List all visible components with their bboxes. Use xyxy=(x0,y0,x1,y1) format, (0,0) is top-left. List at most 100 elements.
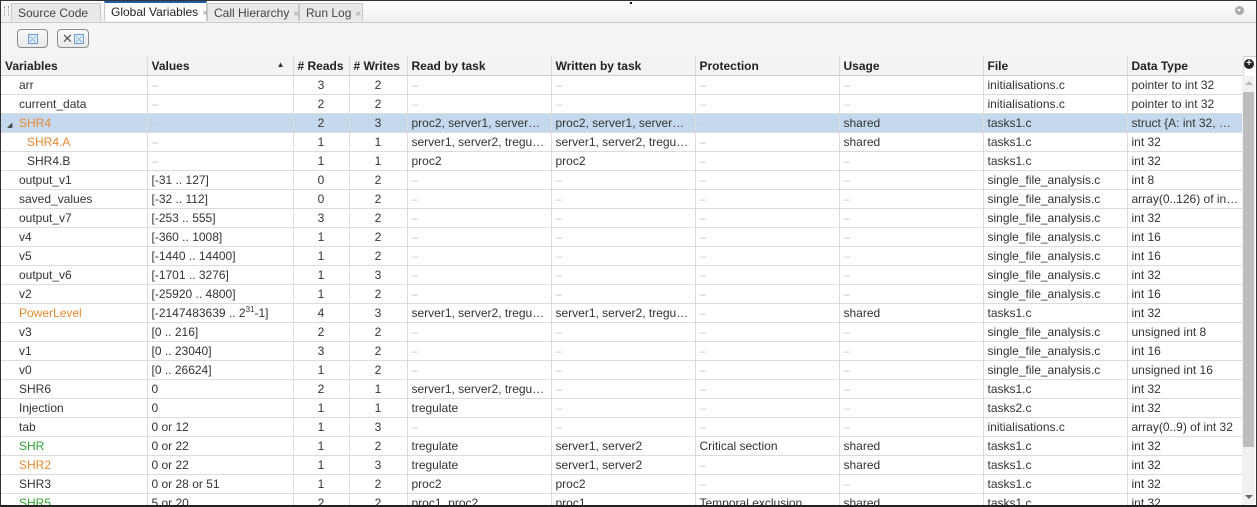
table-row[interactable]: Injection 0 1 1 tregulate – – – tasks2.c int 32 xyxy=(1,398,1244,418)
table-row[interactable]: SHR3 0 or 28 or 51 1 2 proc2 proc2– – tasks1.c i… xyxy=(1,474,1244,494)
reads-cell: 1 xyxy=(293,474,350,494)
variable-name-cell: output_v7 xyxy=(1,208,148,228)
table-row[interactable]: v3 [0 .. 216] 2 2– – – – single_file_analysis.c… xyxy=(1,322,1244,342)
file-cell: tasks1.c xyxy=(983,493,1128,505)
table-row[interactable]: SHR6 0 2 1 server1, server2, tregulate – – – tas… xyxy=(1,379,1244,399)
expand-collapse-icon[interactable]: ◢ xyxy=(7,121,15,129)
table-row[interactable]: saved_values [-32 .. 112] 0 2– – – – single_fil… xyxy=(1,189,1244,209)
tab-run-log[interactable]: Run Log × xyxy=(299,3,363,21)
usage-cell: – xyxy=(839,341,984,361)
table-row[interactable]: SHR4.A –1 1 server1, server2, tregulate serv… xyxy=(1,132,1244,152)
values-cell: 0 or 28 or 51 xyxy=(147,474,294,494)
read-by-task-cell: server1, server2, tregulate xyxy=(407,132,552,152)
close-icon[interactable]: × xyxy=(355,9,361,20)
variable-name: SHR6 xyxy=(19,382,52,396)
written-by-task-cell: – xyxy=(551,189,696,209)
file-cell: initialisations.c xyxy=(983,417,1128,437)
reads-cell: 2 xyxy=(293,493,350,505)
column-header-data-type[interactable]: Data Type xyxy=(1127,56,1244,76)
writes-cell: 2 xyxy=(349,170,408,190)
written-by-task-cell: server1, server2 xyxy=(551,455,696,475)
table-row[interactable]: PowerLevel [-2147483639 .. 231-1] 4 3 server… xyxy=(1,303,1244,323)
file-cell: single_file_analysis.c xyxy=(983,246,1128,266)
tab-label: Run Log xyxy=(306,6,352,20)
table-row[interactable]: SHR4.B –1 1 proc2 proc2– – tasks1.c int 32 xyxy=(1,151,1244,171)
read-by-task-cell: – xyxy=(407,360,552,380)
protection-cell: – xyxy=(695,417,840,437)
table-row[interactable]: SHR5 5 or 20 2 2 proc1, proc2 proc1 Temporal e… xyxy=(1,493,1244,505)
table-row[interactable]: ◢ SHR4–2 3 proc2, server1, server2,… proc2, … xyxy=(1,113,1244,133)
scrollbar-thumb[interactable] xyxy=(1243,92,1254,447)
writes-cell: 2 xyxy=(349,360,408,380)
table-row[interactable]: v1 [0 .. 23040] 3 2– – – – single_file_analysis… xyxy=(1,341,1244,361)
usage-cell: – xyxy=(839,284,984,304)
column-header-read-by-task[interactable]: Read by task xyxy=(407,56,552,76)
column-header-written-by-task[interactable]: Written by task xyxy=(551,56,696,76)
protection-cell: – xyxy=(695,474,840,494)
table-row[interactable]: v2 [-25920 .. 4800] 1 2– – – – single_file_anal… xyxy=(1,284,1244,304)
variable-name: v2 xyxy=(19,287,32,301)
written-by-task-cell: proc2 xyxy=(551,151,696,171)
tab-menu-icon[interactable] xyxy=(1235,6,1244,15)
tab-global-variables[interactable]: Global Variables × xyxy=(104,1,208,21)
expand-all-button[interactable]: ⤫ xyxy=(17,29,48,48)
column-header-file[interactable]: File xyxy=(983,56,1128,76)
column-header-variables[interactable]: Variables xyxy=(1,56,148,76)
values-cell: 0 or 22 xyxy=(147,436,294,456)
values-cell: – xyxy=(147,94,294,114)
table-row[interactable]: current_data –2 2– – – – initialisations.c poin… xyxy=(1,94,1244,114)
add-column-icon[interactable]: + xyxy=(1244,59,1254,69)
reads-cell: 2 xyxy=(293,322,350,342)
read-by-task-cell: – xyxy=(407,265,552,285)
reads-cell: 2 xyxy=(293,379,350,399)
usage-cell: – xyxy=(839,208,984,228)
column-header-writes[interactable]: # Writes xyxy=(349,56,408,76)
column-header-usage[interactable]: Usage xyxy=(839,56,984,76)
variable-name-cell: arr xyxy=(1,75,148,95)
protection-cell: – xyxy=(695,151,840,171)
written-by-task-cell: – xyxy=(551,417,696,437)
collapse-all-button[interactable]: ✕ ⤫ xyxy=(57,29,89,48)
usage-cell: – xyxy=(839,189,984,209)
table-row[interactable]: output_v6 [-1701 .. 3276] 1 3– – – – single_fil… xyxy=(1,265,1244,285)
table-row[interactable]: SHR 0 or 22 1 2 tregulate server1, server2 Cri… xyxy=(1,436,1244,456)
protection-cell: – xyxy=(695,265,840,285)
table-row[interactable]: SHR2 0 or 22 1 3 tregulate server1, server2– s… xyxy=(1,455,1244,475)
table-row[interactable]: v5 [-1440 .. 14400] 1 2– – – – single_file_anal… xyxy=(1,246,1244,266)
scroll-down-icon[interactable] xyxy=(1245,495,1253,499)
protection-cell: – xyxy=(695,189,840,209)
table-row[interactable]: tab 0 or 12 1 3– – – – initialisations.c array(0… xyxy=(1,417,1244,437)
file-cell: tasks1.c xyxy=(983,113,1128,133)
variable-name: current_data xyxy=(19,97,87,111)
table-row[interactable]: output_v7 [-253 .. 555] 3 2– – – – single_file_… xyxy=(1,208,1244,228)
data-type-cell: int 16 xyxy=(1127,227,1244,247)
written-by-task-cell: – xyxy=(551,94,696,114)
usage-cell: – xyxy=(839,398,984,418)
table-row[interactable]: v0 [0 .. 26624] 1 2– – – – single_file_analysis… xyxy=(1,360,1244,380)
table-row[interactable]: v4 [-360 .. 1008] 1 2– – – – single_file_analys… xyxy=(1,227,1244,247)
writes-cell: 2 xyxy=(349,75,408,95)
variable-name: SHR xyxy=(19,439,45,453)
usage-cell: shared xyxy=(839,455,984,475)
protection-cell: – xyxy=(695,398,840,418)
read-by-task-cell: proc1, proc2 xyxy=(407,493,552,505)
drag-grip-icon[interactable] xyxy=(4,6,9,16)
column-header-reads[interactable]: # Reads xyxy=(293,56,350,76)
reads-cell: 1 xyxy=(293,132,350,152)
tab-call-hierarchy[interactable]: Call Hierarchy × xyxy=(207,3,299,21)
mouse-cursor xyxy=(630,2,632,4)
table-row[interactable]: arr –3 2– – – – initialisations.c pointer to in… xyxy=(1,75,1244,95)
file-cell: tasks1.c xyxy=(983,151,1128,171)
global-variables-window: Source Code Global Variables × Call Hiera… xyxy=(0,0,1257,507)
scroll-up-icon[interactable] xyxy=(1245,81,1253,85)
reads-cell: 2 xyxy=(293,113,350,133)
variable-name: tab xyxy=(19,420,36,434)
usage-cell: – xyxy=(839,246,984,266)
column-header-values[interactable]: Values ▲ xyxy=(147,56,294,76)
vertical-scrollbar[interactable] xyxy=(1242,76,1255,504)
column-header-protection[interactable]: Protection xyxy=(695,56,840,76)
variable-name-cell: SHR xyxy=(1,436,148,456)
read-by-task-cell: proc2, server1, server2,… xyxy=(407,113,552,133)
tab-source-code[interactable]: Source Code xyxy=(11,3,101,21)
table-row[interactable]: output_v1 [-31 .. 127] 0 2– – – – single_file_a… xyxy=(1,170,1244,190)
